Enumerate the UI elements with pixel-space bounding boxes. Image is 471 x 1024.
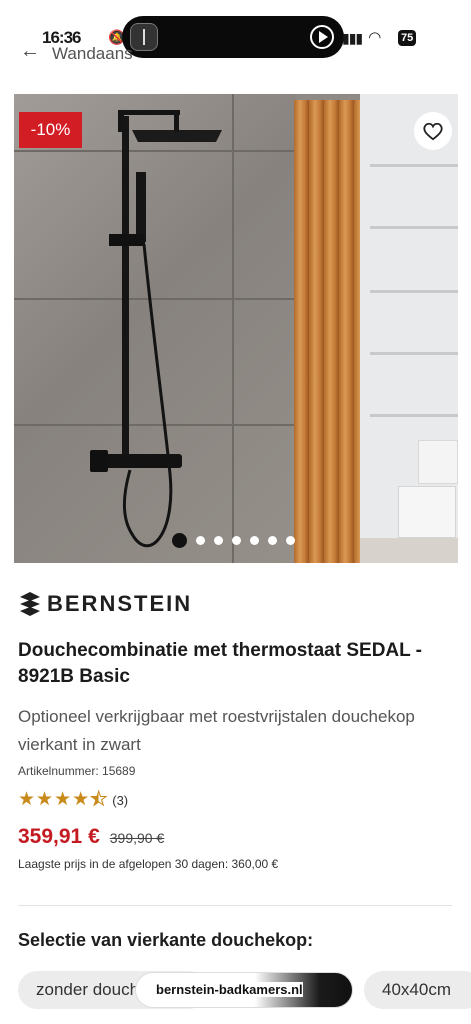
wishlist-button[interactable] [414, 112, 452, 150]
bernstein-logo-icon [20, 592, 40, 616]
curtain [294, 100, 360, 563]
brand-logo[interactable]: BERNSTEIN [18, 591, 192, 617]
star-icon: ★ [72, 789, 90, 810]
current-price: 359,91 € [18, 825, 100, 848]
pagination-dot-active[interactable] [172, 532, 187, 548]
stool [398, 486, 456, 538]
selection-title: Selectie van vierkante douchekop: [18, 930, 314, 950]
half-star-icon: ★ [90, 789, 108, 810]
top-navigation: ← Wandaans [0, 34, 471, 68]
window-blind [370, 414, 458, 417]
breadcrumb[interactable]: Wandaans [52, 44, 133, 64]
pagination-dot[interactable] [196, 535, 205, 545]
window-blind [370, 164, 458, 167]
pagination-dot[interactable] [286, 535, 295, 545]
star-icon: ★ [18, 789, 36, 810]
price-row: 359,91 € 399,90 € [18, 825, 164, 849]
pagination-dot[interactable] [268, 535, 277, 545]
url-text: bernstein-badkamers.nl [156, 982, 303, 997]
star-icon: ★ [36, 789, 54, 810]
pagination-dot[interactable] [250, 535, 259, 545]
product-title: Douchecombinatie met thermostaat SEDAL -… [18, 640, 423, 687]
towel-stack [418, 440, 458, 484]
article-number: Artikelnummer: 15689 [18, 764, 136, 778]
heart-icon [423, 122, 443, 141]
star-icon: ★ [54, 789, 72, 810]
product-subtitle: Optioneel verkrijgbaar met roestvrijstal… [18, 707, 415, 754]
pagination-dot[interactable] [214, 535, 223, 545]
rating-count[interactable]: (3) [112, 793, 128, 808]
floor [360, 538, 458, 563]
shower-column-image [90, 110, 222, 548]
window-blind [370, 226, 458, 229]
window-blind [370, 352, 458, 355]
product-image-gallery[interactable]: -10% [14, 94, 458, 563]
rating[interactable]: ★ ★ ★ ★ ★ (3) [18, 789, 128, 810]
lowest-price-note: Laagste prijs in de afgelopen 30 dagen: … [18, 857, 279, 871]
brand-name: BERNSTEIN [47, 591, 193, 616]
back-arrow-icon[interactable]: ← [20, 41, 44, 61]
discount-badge: -10% [19, 112, 82, 148]
option-40x40cm[interactable]: 40x40cm [364, 971, 471, 1009]
old-price: 399,90 € [109, 830, 165, 846]
window-blind [370, 290, 458, 293]
browser-url-bar[interactable]: bernstein-badkamers.nl [135, 972, 353, 1008]
pagination-dot[interactable] [232, 535, 241, 545]
gallery-pagination [172, 532, 295, 548]
divider [18, 905, 452, 906]
